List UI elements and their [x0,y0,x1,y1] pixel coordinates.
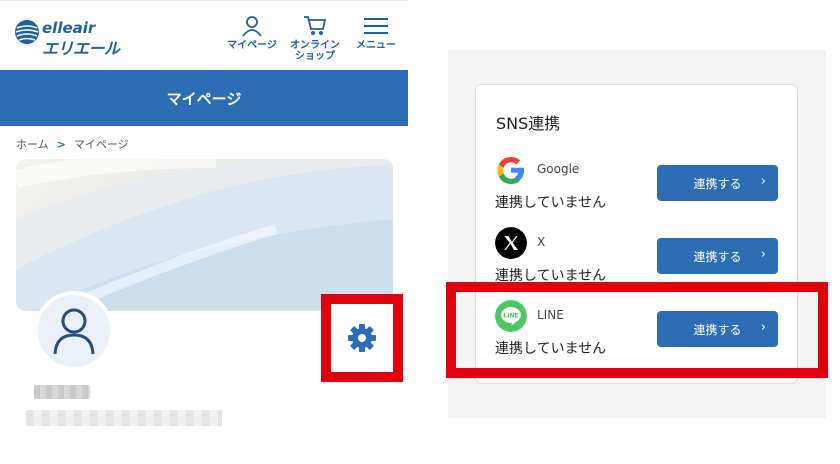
nav-menu-label: メニュー [356,40,396,51]
person-icon [242,16,262,37]
x-service-name: X [537,235,546,249]
settings-highlight-box [321,294,403,382]
redacted-username [34,385,90,399]
page-title-bar: マイページ [0,70,408,126]
nav-mypage-label: マイページ [227,40,277,51]
sns-service-google: Google 連携していません 連携する › [495,154,785,224]
x-link-button[interactable]: 連携する › [657,238,778,274]
google-link-button[interactable]: 連携する › [657,165,778,201]
user-avatar-icon [53,308,95,355]
cart-icon [304,16,327,35]
breadcrumb-home-link[interactable]: ホーム [16,136,49,152]
google-icon [497,157,524,184]
nav-menu-button[interactable]: メニュー [352,15,400,51]
chevron-right-icon: › [760,174,766,189]
sns-card-title: SNS連携 [496,114,561,133]
mypage-panel: elleair エリエール マイページ オンライン ショップ メニュー マイペー… [0,0,408,464]
google-link-button-label: 連携する [693,176,742,191]
fabric-wave-graphic [16,159,393,311]
breadcrumb: ホーム > マイページ [16,136,129,152]
x-link-button-label: 連携する [693,249,742,264]
google-service-name: Google [537,162,580,176]
hamburger-menu-icon [364,18,388,34]
elleair-logo-mark-icon [15,20,39,44]
screenshot-root: elleair エリエール マイページ オンライン ショップ メニュー マイペー… [0,0,840,464]
site-header: elleair エリエール マイページ オンライン ショップ メニュー [0,0,408,70]
breadcrumb-current: マイページ [73,138,129,151]
page-title: マイページ [166,89,242,108]
gear-icon[interactable] [347,323,377,353]
google-link-status: 連携していません [495,195,607,211]
profile-cover-image [16,159,393,311]
nav-shop-label: オンライン ショップ [290,40,340,62]
elleair-logo[interactable]: elleair エリエール [14,15,124,59]
chevron-right-icon: › [760,247,766,262]
breadcrumb-separator: > [56,137,66,151]
avatar[interactable] [34,291,114,371]
logo-text-ja: エリエール [42,39,120,58]
line-highlight-box [446,282,828,378]
redacted-email [26,410,222,426]
nav-mypage-button[interactable]: マイページ [226,15,278,51]
x-icon [495,227,527,259]
nav-shop-button[interactable]: オンライン ショップ [287,15,343,62]
